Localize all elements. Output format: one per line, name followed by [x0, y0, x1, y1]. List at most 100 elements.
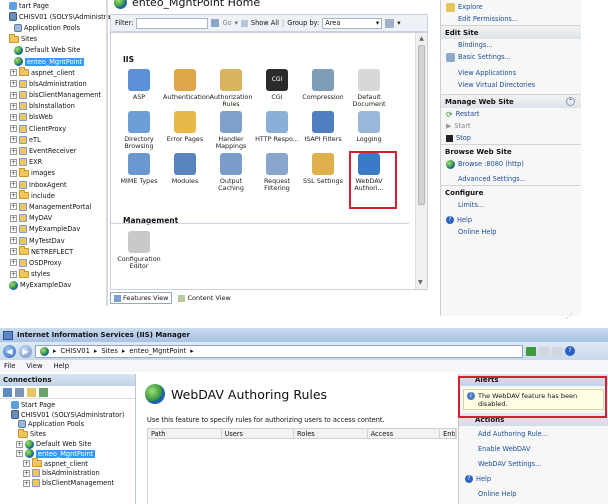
view-mode-icon[interactable]	[385, 18, 395, 28]
feature-authorization-rules[interactable]: Authorization Rules	[209, 69, 253, 109]
tree-node[interactable]: + blsAdministration	[2, 469, 135, 479]
expand-icon[interactable]: +	[23, 469, 30, 477]
tab-content-view[interactable]: Content View	[178, 294, 231, 302]
tree-node[interactable]: + enteo_MgntPoint	[2, 449, 135, 459]
expand-icon[interactable]: +	[10, 203, 17, 211]
expand-icon[interactable]: +	[10, 237, 17, 245]
expand-icon[interactable]: +	[23, 460, 30, 468]
expand-icon[interactable]: +	[10, 158, 17, 166]
stop-nav-icon[interactable]	[539, 346, 549, 356]
resize-grip-icon[interactable]: ⋰	[566, 312, 573, 320]
save-icon[interactable]	[15, 387, 24, 397]
column-header[interactable]: Entr	[440, 429, 457, 438]
expand-icon[interactable]: +	[10, 169, 17, 177]
expand-icon[interactable]: +	[10, 181, 17, 189]
browse-action[interactable]: Browse :8080 (http)	[441, 158, 581, 170]
feature-handler-mappings[interactable]: Handler Mappings	[209, 111, 253, 151]
go-icon[interactable]	[211, 19, 220, 27]
feature-directory-browsing[interactable]: Directory Browsing	[117, 111, 161, 151]
group-by-select[interactable]: Area ▾	[322, 17, 383, 29]
tree-node[interactable]: +MyExampleDav	[0, 280, 108, 291]
tree-node[interactable]: + include	[0, 190, 108, 201]
online-help-action[interactable]: Online Help	[441, 226, 581, 238]
tree-node[interactable]: +CHISV01 (SOLYS\Administrator)	[2, 410, 135, 420]
tree-node[interactable]: + blsAdministration	[0, 78, 108, 89]
tree-node[interactable]: + images	[0, 167, 108, 179]
bindings-action[interactable]: Bindings...	[441, 39, 581, 51]
expand-icon[interactable]: +	[23, 479, 30, 487]
tree-node[interactable]: + EventReceiver	[0, 145, 108, 156]
feature-request-filtering[interactable]: Request Filtering	[255, 153, 299, 193]
tree-node[interactable]: + aspnet_client	[0, 67, 108, 78]
expand-icon[interactable]: +	[10, 147, 17, 155]
feature-output-caching[interactable]: Output Caching	[209, 153, 253, 193]
action-help[interactable]: ? Help	[459, 471, 608, 486]
breadcrumb-sites[interactable]: Sites	[101, 347, 118, 355]
connections-icon[interactable]	[39, 387, 48, 397]
feature-authentication[interactable]: Authentication	[163, 69, 210, 101]
expand-icon[interactable]: +	[10, 69, 17, 77]
expand-icon[interactable]: +	[10, 225, 17, 233]
vertical-scrollbar[interactable]: ▲ ▼	[415, 33, 427, 289]
tree-node[interactable]: +MyExampleDav	[0, 224, 108, 235]
column-header[interactable]: Access	[368, 429, 441, 438]
expand-icon[interactable]: +	[16, 440, 23, 448]
tree-node[interactable]: +Default Web Site	[2, 439, 135, 449]
expand-icon[interactable]: +	[10, 113, 17, 121]
help-action[interactable]: ? Help	[441, 214, 581, 226]
stop-action[interactable]: Stop	[441, 132, 581, 144]
address-bar[interactable]: ▸ CHISV01 ▸ Sites ▸ enteo_MgntPoint ▸	[35, 344, 523, 358]
restart-action[interactable]: ⟳ Restart	[441, 108, 581, 120]
show-all-button[interactable]: Show All	[251, 19, 279, 27]
tree-node[interactable]: + blsClientManagement	[2, 478, 135, 488]
connect-icon[interactable]	[3, 387, 12, 397]
feature-cgi[interactable]: CGI CGI	[255, 69, 299, 101]
menu-view[interactable]: View	[26, 362, 42, 370]
scrollbar-thumb[interactable]	[418, 45, 425, 205]
back-button[interactable]: ◀	[3, 344, 16, 358]
expand-icon[interactable]: +	[10, 270, 17, 278]
expand-icon[interactable]: +	[16, 450, 23, 458]
collapse-icon[interactable]: ⌃	[566, 97, 575, 106]
edit-permissions-action[interactable]: Edit Permissions...	[441, 13, 581, 25]
column-header[interactable]: Roles	[294, 429, 368, 438]
tree-node[interactable]: + ManagementPortal	[0, 201, 108, 212]
expand-icon[interactable]: +	[10, 248, 17, 256]
dropdown-arrow-icon[interactable]: ▾	[235, 19, 238, 27]
feature-ssl-settings[interactable]: SSL Settings	[301, 153, 345, 185]
expand-icon[interactable]: +	[10, 80, 17, 88]
tree-node[interactable]: + NETREFLECT	[0, 246, 108, 257]
scroll-down-arrow-icon[interactable]: ▼	[418, 279, 423, 287]
expand-icon[interactable]: +	[10, 192, 17, 200]
column-header[interactable]: Users	[222, 429, 295, 438]
tree-node[interactable]: + blsClientManagement	[0, 90, 108, 101]
breadcrumb-server[interactable]: CHISV01	[60, 347, 89, 355]
splitter[interactable]	[106, 0, 108, 306]
home-icon[interactable]	[552, 346, 562, 356]
advanced-settings-action[interactable]: Advanced Settings...	[441, 173, 581, 185]
feature-error-pages[interactable]: Error Pages	[163, 111, 207, 143]
tree-node[interactable]: +Application Pools	[0, 22, 108, 33]
tree-node[interactable]: +Sites	[2, 428, 135, 439]
view-applications-action[interactable]: View Applications	[441, 67, 581, 79]
feature-logging[interactable]: Logging	[347, 111, 391, 143]
basic-settings-action[interactable]: Basic Settings...	[441, 51, 581, 63]
breadcrumb-site[interactable]: enteo_MgntPoint	[129, 347, 186, 355]
tree-node[interactable]: +Default Web Site	[0, 45, 108, 56]
action-enable-webdav[interactable]: Enable WebDAV	[459, 441, 608, 456]
feature-http-response[interactable]: HTTP Respo...	[255, 111, 299, 143]
feature-compression[interactable]: Compression	[301, 69, 345, 101]
feature-default-document[interactable]: Default Document	[347, 69, 391, 109]
expand-icon[interactable]: +	[10, 136, 17, 144]
tree-node[interactable]: + EXR	[0, 157, 108, 168]
action-add-rule[interactable]: Add Authoring Rule...	[459, 426, 608, 441]
tree-node[interactable]: + blsInstallation	[0, 101, 108, 112]
filter-input[interactable]	[136, 17, 209, 29]
up-icon[interactable]	[27, 387, 36, 397]
tree-node[interactable]: + blsWeb	[0, 112, 108, 123]
explore-action[interactable]: Explore	[441, 1, 581, 13]
menu-file[interactable]: File	[4, 362, 15, 370]
forward-button[interactable]: ▶	[19, 344, 32, 358]
scroll-up-arrow-icon[interactable]: ▲	[418, 35, 425, 43]
expand-icon[interactable]: +	[10, 125, 17, 133]
